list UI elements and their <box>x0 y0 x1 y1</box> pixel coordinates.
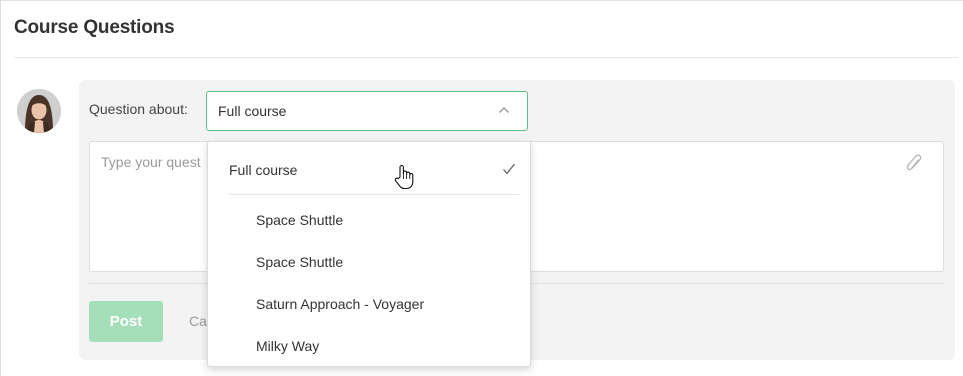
check-icon <box>503 163 516 175</box>
select-value: Full course <box>218 103 287 119</box>
dropdown-option-label: Space Shuttle <box>256 212 344 228</box>
dropdown-menu: Full course Space Shuttle Space Shuttle … <box>207 141 531 367</box>
dropdown-option-label: Milky Way <box>256 338 320 354</box>
post-button[interactable]: Post <box>89 301 163 342</box>
avatar <box>17 89 61 133</box>
paperclip-icon[interactable] <box>905 153 923 175</box>
dropdown-divider <box>229 194 519 195</box>
top-border <box>0 0 963 1</box>
chevron-up-icon <box>499 107 509 113</box>
left-border <box>0 0 1 376</box>
dropdown-option-milky-way[interactable]: Milky Way <box>208 326 530 366</box>
cancel-button[interactable]: Ca <box>189 313 207 329</box>
dropdown-option-label: Full course <box>229 162 298 178</box>
page-title: Course Questions <box>14 17 175 38</box>
dropdown-option-space-shuttle[interactable]: Space Shuttle <box>208 242 530 282</box>
dropdown-option-full-course[interactable]: Full course <box>208 150 530 190</box>
dropdown-option-label: Space Shuttle <box>256 254 344 270</box>
question-about-label: Question about: <box>89 101 188 117</box>
question-about-select[interactable]: Full course <box>206 91 528 131</box>
dropdown-option-label: Saturn Approach - Voyager <box>256 296 425 312</box>
dropdown-option-saturn-approach-voyager[interactable]: Saturn Approach - Voyager <box>208 284 530 324</box>
title-divider <box>14 57 958 58</box>
textarea-placeholder: Type your quest <box>101 154 201 170</box>
dropdown-option-space-shuttle[interactable]: Space Shuttle <box>208 200 530 240</box>
